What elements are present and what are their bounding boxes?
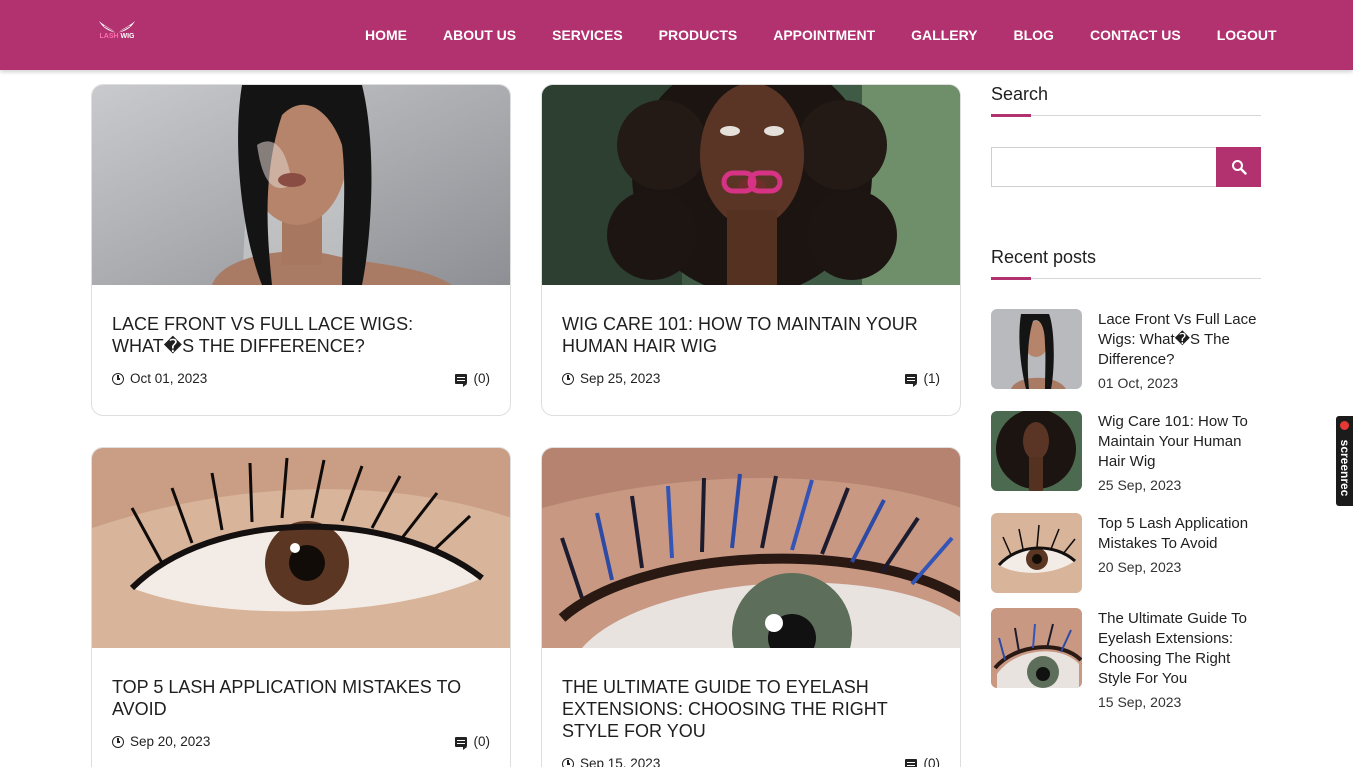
blue-eyelash-thumbnail: [991, 608, 1082, 688]
recent-post-date: 01 Oct, 2023: [1098, 375, 1179, 391]
search-heading-rule: [991, 115, 1261, 116]
main-nav: HOME ABOUT US SERVICES PRODUCTS APPOINTM…: [365, 0, 1277, 70]
post-date: Sep 25, 2023: [562, 371, 660, 386]
search-icon: [1231, 160, 1247, 175]
search-button[interactable]: [1216, 147, 1261, 187]
post-card[interactable]: TOP 5 LASH APPLICATION MISTAKES TO AVOID…: [91, 447, 511, 767]
post-image[interactable]: [542, 85, 960, 285]
post-title[interactable]: TOP 5 LASH APPLICATION MISTAKES TO AVOID: [112, 676, 497, 720]
nav-appointment[interactable]: APPOINTMENT: [773, 27, 875, 43]
recent-post-date: 25 Sep, 2023: [1098, 477, 1182, 493]
logo-text-lash: LASH: [99, 33, 119, 40]
recent-post-title[interactable]: Wig Care 101: How To Maintain Your Human…: [1098, 412, 1261, 472]
post-date-text: Sep 20, 2023: [130, 734, 211, 749]
post-comments[interactable]: (0): [454, 371, 491, 387]
recent-posts-heading: Recent posts: [991, 247, 1097, 267]
post-comments[interactable]: (1): [904, 371, 941, 387]
recent-post-item[interactable]: Lace Front Vs Full Lace Wigs: What�S The…: [991, 309, 1261, 401]
recent-post-thumbnail[interactable]: [991, 309, 1082, 389]
nav-gallery[interactable]: GALLERY: [911, 27, 977, 43]
post-meta: Oct 01, 2023 (0): [112, 371, 490, 389]
search-heading-accent: [991, 114, 1031, 117]
recent-post-item[interactable]: Wig Care 101: How To Maintain Your Human…: [991, 411, 1261, 503]
post-title[interactable]: LACE FRONT VS FULL LACE WIGS: WHAT�S THE…: [112, 313, 497, 357]
post-card[interactable]: LACE FRONT VS FULL LACE WIGS: WHAT�S THE…: [91, 84, 511, 416]
clock-icon: [562, 757, 574, 767]
post-card[interactable]: THE ULTIMATE GUIDE TO EYELASH EXTENSIONS…: [541, 447, 961, 767]
recent-post-date: 15 Sep, 2023: [1098, 694, 1182, 710]
post-comments-count: (0): [473, 371, 491, 386]
recent-post-thumbnail[interactable]: [991, 513, 1082, 593]
logo-text: LASH WIG: [96, 33, 138, 40]
post-meta: Sep 15, 2023 (0): [562, 756, 940, 767]
search-input[interactable]: [991, 147, 1217, 187]
clock-icon: [112, 372, 124, 385]
recent-post-item[interactable]: The Ultimate Guide To Eyelash Extensions…: [991, 608, 1261, 718]
post-date: Sep 15, 2023: [562, 756, 660, 767]
eyelash-closeup-image: [92, 448, 510, 648]
recent-post-title[interactable]: Top 5 Lash Application Mistakes To Avoid: [1098, 514, 1261, 554]
recent-post-thumbnail[interactable]: [991, 411, 1082, 491]
screenrec-label: screenrec: [1338, 439, 1352, 497]
clock-icon: [112, 735, 124, 748]
logo-text-wig: WIG: [120, 33, 135, 40]
comment-icon: [454, 736, 467, 750]
wings-logo-icon: [99, 21, 135, 34]
wig-model-image: [92, 85, 510, 285]
recent-post-title[interactable]: The Ultimate Guide To Eyelash Extensions…: [1098, 609, 1261, 689]
nav-products[interactable]: PRODUCTS: [659, 27, 738, 43]
nav-blog[interactable]: BLOG: [1014, 27, 1054, 43]
recent-post-date: 20 Sep, 2023: [1098, 559, 1182, 575]
curly-wig-thumbnail: [991, 411, 1082, 491]
post-comments[interactable]: (0): [904, 756, 941, 767]
post-date-text: Sep 25, 2023: [580, 371, 661, 386]
post-image[interactable]: [542, 448, 960, 648]
post-title[interactable]: THE ULTIMATE GUIDE TO EYELASH EXTENSIONS…: [562, 676, 947, 742]
post-date: Oct 01, 2023: [112, 371, 207, 386]
post-meta: Sep 20, 2023 (0): [112, 734, 490, 752]
recent-posts-rule: [991, 278, 1261, 279]
clock-icon: [562, 372, 574, 385]
post-meta: Sep 25, 2023 (1): [562, 371, 940, 389]
nav-home[interactable]: HOME: [365, 27, 407, 43]
recent-post-title[interactable]: Lace Front Vs Full Lace Wigs: What�S The…: [1098, 310, 1261, 370]
recent-posts-accent: [991, 277, 1031, 280]
post-image[interactable]: [92, 448, 510, 648]
site-logo[interactable]: LASH WIG: [96, 20, 138, 50]
comment-icon: [454, 373, 467, 387]
recent-post-item[interactable]: Top 5 Lash Application Mistakes To Avoid…: [991, 513, 1261, 597]
search-heading: Search: [991, 84, 1049, 104]
screenrec-tab[interactable]: screenrec: [1336, 416, 1353, 506]
post-card[interactable]: WIG CARE 101: HOW TO MAINTAIN YOUR HUMAN…: [541, 84, 961, 416]
post-title[interactable]: WIG CARE 101: HOW TO MAINTAIN YOUR HUMAN…: [562, 313, 947, 357]
post-date: Sep 20, 2023: [112, 734, 210, 749]
curly-wig-model-image: [542, 85, 960, 285]
post-date-text: Sep 15, 2023: [580, 756, 661, 767]
nav-services[interactable]: SERVICES: [552, 27, 623, 43]
blue-eyelash-extension-image: [542, 448, 960, 648]
recent-post-thumbnail[interactable]: [991, 608, 1082, 688]
record-dot-icon: [1340, 421, 1349, 430]
site-header: LASH WIG HOME ABOUT US SERVICES PRODUCTS…: [0, 0, 1353, 70]
comment-icon: [904, 373, 917, 387]
post-comments-count: (0): [473, 734, 491, 749]
nav-about-us[interactable]: ABOUT US: [443, 27, 516, 43]
comment-icon: [904, 758, 917, 767]
post-comments-count: (0): [923, 756, 941, 767]
post-date-text: Oct 01, 2023: [130, 371, 208, 386]
post-comments[interactable]: (0): [454, 734, 491, 750]
post-image[interactable]: [92, 85, 510, 285]
post-comments-count: (1): [923, 371, 941, 386]
nav-contact-us[interactable]: CONTACT US: [1090, 27, 1181, 43]
eyelash-thumbnail: [991, 513, 1082, 593]
wig-model-thumbnail: [991, 309, 1082, 389]
nav-logout[interactable]: LOGOUT: [1217, 27, 1277, 43]
